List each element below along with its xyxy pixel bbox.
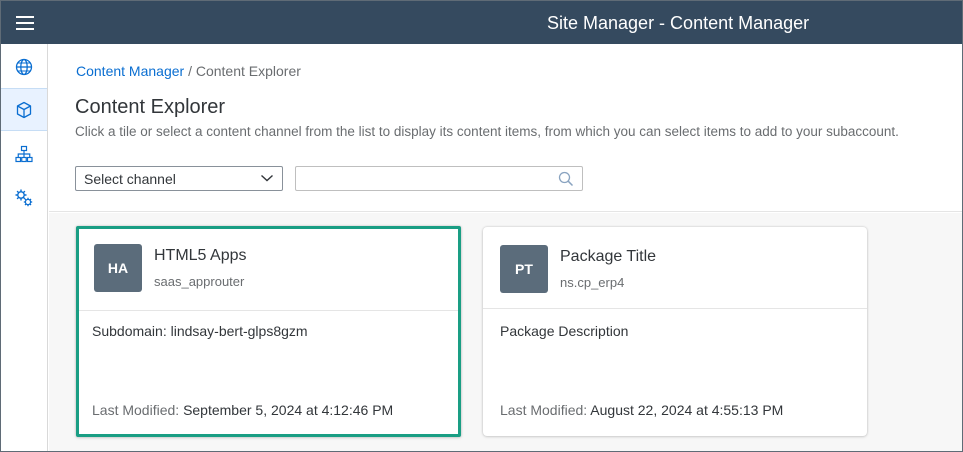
content-area: HA HTML5 Apps saas_approuter Subdomain: … bbox=[49, 213, 962, 451]
tile-subtitle: saas_approuter bbox=[154, 274, 245, 289]
page-title: Content Explorer bbox=[75, 96, 226, 118]
page-description: Click a tile or select a content channel… bbox=[75, 124, 899, 139]
search-field bbox=[295, 166, 583, 191]
nav-item-content-manager[interactable] bbox=[1, 88, 47, 131]
globe-icon bbox=[15, 58, 33, 75]
nav-item-sites[interactable] bbox=[1, 45, 47, 88]
gears-icon bbox=[15, 189, 33, 206]
tile-last-modified: Last Modified: August 22, 2024 at 4:55:1… bbox=[500, 402, 783, 418]
breadcrumb-separator: / bbox=[188, 63, 192, 79]
tile-subtitle: ns.cp_erp4 bbox=[560, 275, 625, 290]
channel-select-value: Select channel bbox=[84, 170, 176, 187]
content-tile[interactable]: PT Package Title ns.cp_erp4 Package Desc… bbox=[483, 227, 867, 436]
breadcrumb-current: Content Explorer bbox=[195, 63, 301, 79]
shell-title: Site Manager - Content Manager bbox=[547, 13, 810, 33]
last-modified-value: August 22, 2024 at 4:55:13 PM bbox=[590, 402, 784, 418]
hierarchy-icon bbox=[15, 145, 33, 162]
content-tile[interactable]: HA HTML5 Apps saas_approuter Subdomain: … bbox=[76, 226, 461, 437]
channel-select[interactable]: Select channel bbox=[75, 166, 283, 191]
hamburger-icon bbox=[15, 15, 34, 30]
tile-description: Package Description bbox=[500, 323, 629, 339]
tile-header: HA HTML5 Apps saas_approuter bbox=[79, 229, 458, 311]
tile-avatar: HA bbox=[94, 244, 142, 292]
menu-button[interactable] bbox=[1, 1, 48, 44]
app-frame: Site Manager - Content Manager Content M… bbox=[0, 0, 963, 452]
search-input[interactable] bbox=[296, 167, 551, 190]
tile-description: Subdomain: lindsay-bert-glps8gzm bbox=[92, 323, 308, 339]
tile-last-modified: Last Modified: September 5, 2024 at 4:12… bbox=[92, 402, 393, 418]
page-header: Content Manager / Content Explorer Conte… bbox=[49, 44, 962, 212]
last-modified-label: Last Modified: bbox=[500, 402, 588, 418]
breadcrumb: Content Manager / Content Explorer bbox=[76, 63, 301, 79]
breadcrumb-link-content-manager[interactable]: Content Manager bbox=[76, 63, 184, 79]
chevron-down-icon bbox=[261, 174, 273, 182]
nav-item-hierarchy[interactable] bbox=[1, 132, 47, 175]
last-modified-value: September 5, 2024 at 4:12:46 PM bbox=[183, 402, 394, 418]
cube-icon bbox=[16, 101, 32, 118]
tile-title: HTML5 Apps bbox=[154, 247, 247, 264]
tile-avatar: PT bbox=[500, 245, 548, 293]
tile-header: PT Package Title ns.cp_erp4 bbox=[483, 227, 867, 309]
nav-item-settings[interactable] bbox=[1, 176, 47, 219]
shell-bar: Site Manager - Content Manager bbox=[1, 1, 962, 44]
side-navigation bbox=[1, 44, 48, 451]
tile-title: Package Title bbox=[560, 248, 657, 265]
search-icon[interactable] bbox=[558, 171, 574, 187]
last-modified-label: Last Modified: bbox=[92, 402, 180, 418]
